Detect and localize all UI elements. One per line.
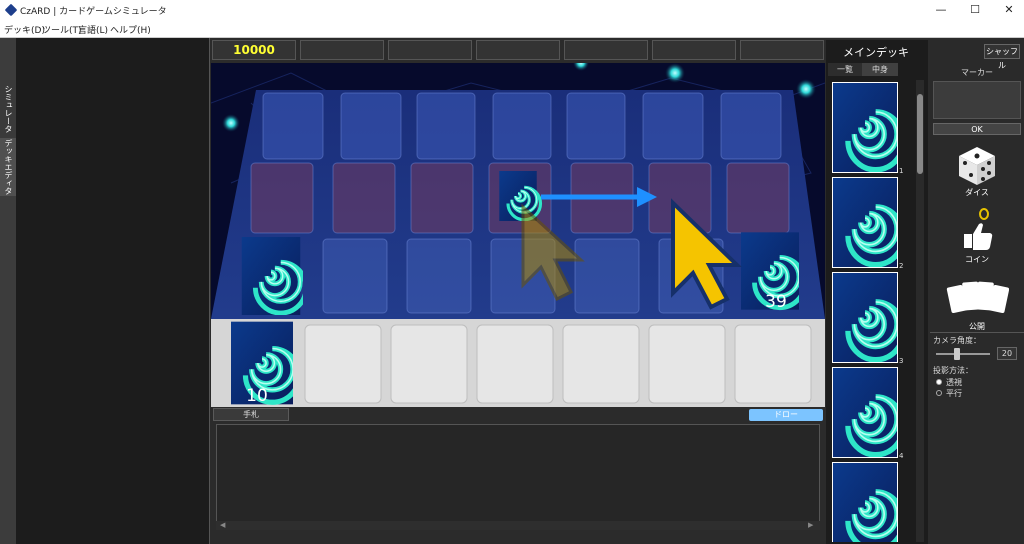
- life-points: 10000: [212, 40, 296, 60]
- coin-label: コイン: [965, 255, 989, 264]
- minimize-button[interactable]: —: [924, 0, 958, 20]
- slider-thumb[interactable]: [954, 348, 960, 360]
- deck-card[interactable]: [832, 272, 898, 363]
- camera-angle-label: カメラ角度：: [933, 336, 981, 345]
- close-button[interactable]: ✕: [992, 0, 1024, 20]
- camera-angle-slider[interactable]: [936, 353, 990, 355]
- projection-label: 投影方法：: [933, 366, 973, 375]
- menu-language[interactable]: 言語(L): [78, 23, 108, 36]
- menu-help[interactable]: ヘルプ(H): [110, 23, 151, 36]
- camera-angle-value[interactable]: 20: [997, 347, 1017, 360]
- glow-orb: [796, 79, 816, 99]
- scroll-thumb[interactable]: [917, 94, 923, 174]
- marker-label: マーカー: [961, 68, 993, 77]
- score-slot: [652, 40, 736, 60]
- extra-deck-card: [242, 237, 306, 315]
- card-index: 4: [899, 452, 904, 460]
- app-logo-icon: [4, 3, 18, 17]
- menu-tools[interactable]: ツール(T): [42, 23, 82, 36]
- deck-count: 10: [246, 386, 268, 406]
- tab-hand[interactable]: 手札: [213, 408, 289, 421]
- menu-deck[interactable]: デッキ(D): [4, 23, 45, 36]
- score-slot: [388, 40, 472, 60]
- deck-panel: メインデッキ 一覧 中身 1 2 3 4: [826, 40, 928, 544]
- dice-icon[interactable]: [957, 145, 997, 187]
- title-bar: CzARD | カードゲームシミュレータ — ☐ ✕: [0, 0, 1024, 20]
- score-slot: [300, 40, 384, 60]
- projection-option-parallel[interactable]: 平行: [946, 388, 962, 399]
- deck-card[interactable]: [832, 367, 898, 458]
- tab-list[interactable]: 一覧: [828, 63, 862, 76]
- glow-orb: [222, 114, 240, 132]
- game-board[interactable]: 39 10: [211, 63, 825, 407]
- deck-scrollbar[interactable]: [916, 80, 924, 542]
- score-slot: [476, 40, 560, 60]
- score-slot: [564, 40, 648, 60]
- hand-bar: 手札 ドロー: [211, 408, 825, 422]
- scroll-right-icon[interactable]: ▶: [808, 521, 813, 529]
- tool-panel: シャッフル マーカー OK ダイス コイン 公開 カメラ角度： 20 投影方法：…: [930, 40, 1024, 544]
- draw-button[interactable]: ドロー: [749, 409, 823, 421]
- card-index: 1: [899, 167, 904, 175]
- board-canvas: 39 10: [211, 63, 825, 407]
- scroll-left-icon[interactable]: ◀: [220, 521, 225, 529]
- tab-simulator[interactable]: シミュレータ: [0, 80, 16, 138]
- reveal-label: 公開: [969, 322, 985, 331]
- radio-parallel[interactable]: [936, 390, 942, 396]
- side-tab-strip: シミュレータ デッキエディタ: [0, 38, 16, 544]
- window-title: CzARD | カードゲームシミュレータ: [20, 7, 167, 17]
- tab-contents[interactable]: 中身: [862, 63, 898, 76]
- radio-perspective[interactable]: [936, 379, 942, 385]
- projection-option-perspective[interactable]: 透視: [946, 377, 962, 388]
- deck-card-list[interactable]: [832, 80, 902, 542]
- coin-icon[interactable]: [958, 208, 996, 252]
- divider: [930, 332, 1024, 333]
- marker-input[interactable]: [933, 81, 1021, 119]
- hand-area: [216, 424, 820, 530]
- score-bar: 10000: [210, 40, 825, 60]
- deck-card[interactable]: [832, 462, 898, 542]
- field-card: [499, 171, 540, 221]
- score-slot: [740, 40, 824, 60]
- card-index: 2: [899, 262, 904, 270]
- glow-orb: [665, 63, 685, 83]
- zone-row-1: [262, 92, 782, 160]
- deck-card[interactable]: [832, 82, 898, 173]
- shuffle-button[interactable]: シャッフル: [984, 44, 1020, 70]
- dice-label: ダイス: [965, 188, 989, 197]
- maximize-button[interactable]: ☐: [958, 0, 992, 20]
- deck-title: メインデッキ: [843, 46, 909, 59]
- left-panel: [16, 38, 210, 544]
- graveyard-count: 39: [765, 292, 787, 312]
- ok-button[interactable]: OK: [933, 123, 1021, 135]
- deck-card[interactable]: [832, 177, 898, 268]
- card-index: 3: [899, 357, 904, 365]
- hand-scrollbar[interactable]: ◀ ▶: [216, 521, 820, 530]
- reveal-icon[interactable]: [945, 278, 1009, 318]
- menu-bar: デッキ(D) ツール(T) 言語(L) ヘルプ(H): [0, 20, 1024, 38]
- tab-deck-editor[interactable]: デッキエディタ: [0, 138, 16, 196]
